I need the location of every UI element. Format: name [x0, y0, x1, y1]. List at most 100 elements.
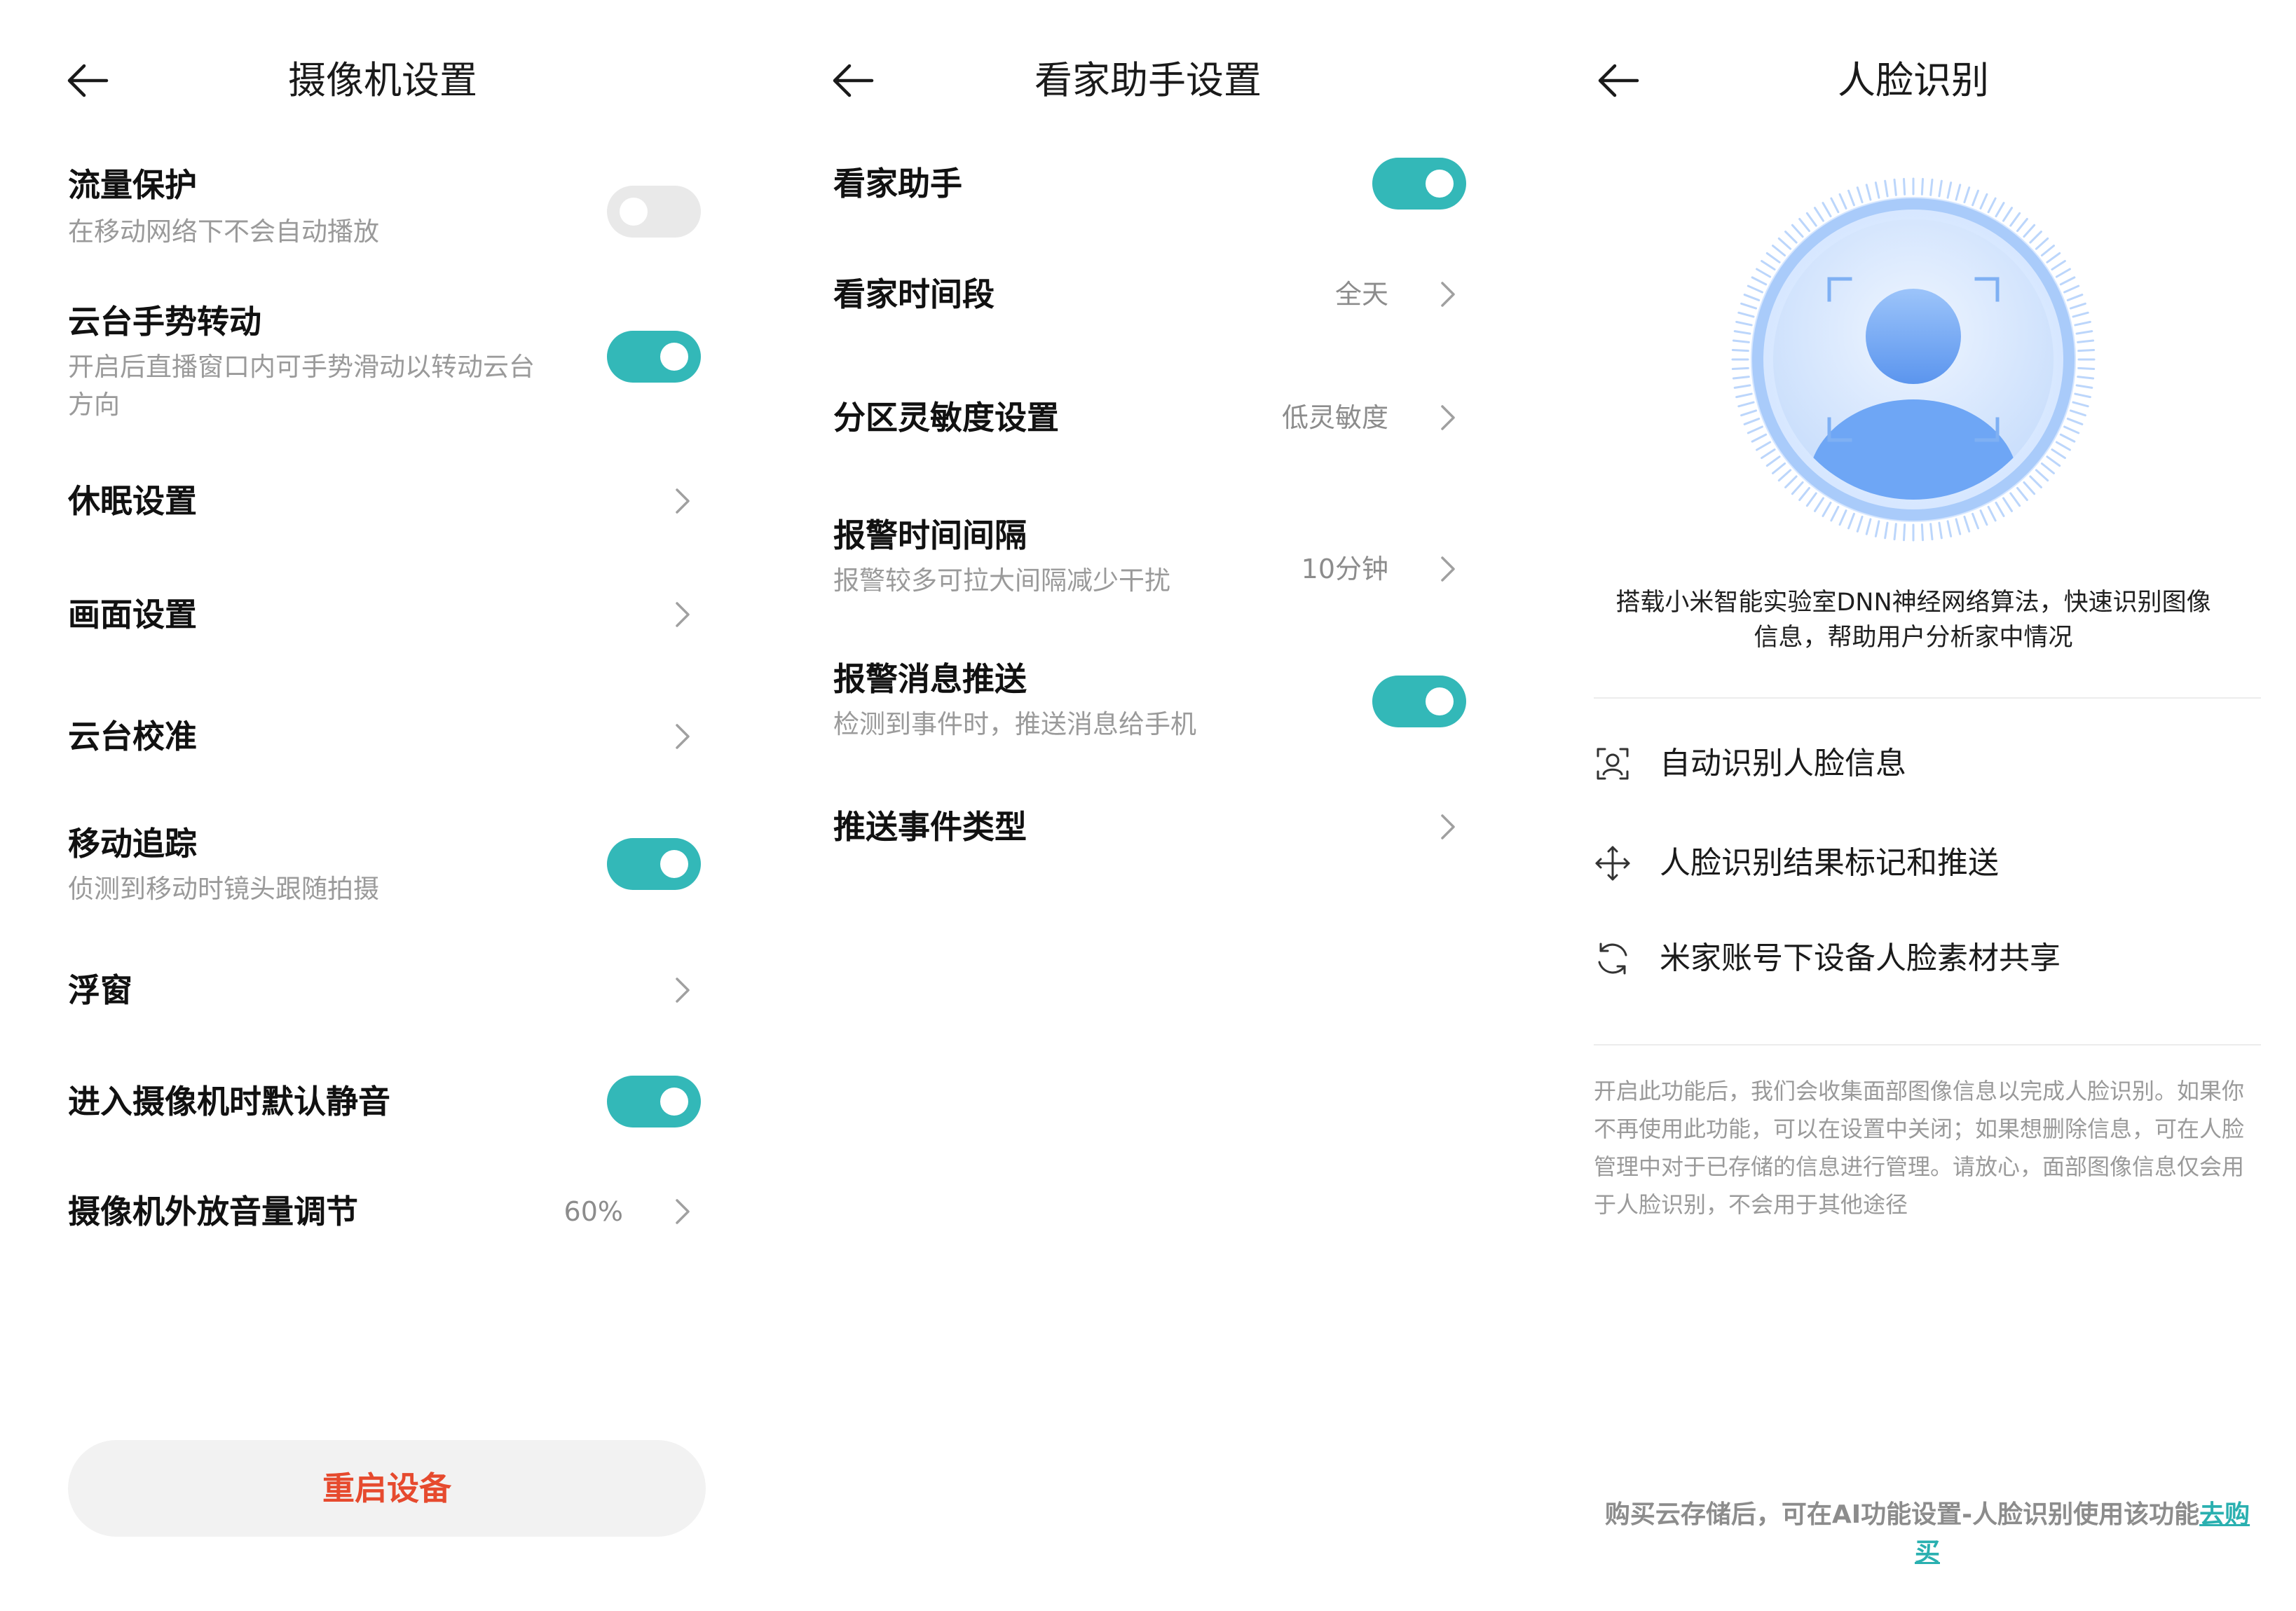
halo-tick: [1743, 294, 1761, 301]
halo-tick: [2035, 237, 2049, 250]
halo-tick: [1740, 302, 1758, 310]
page-title: 人脸识别: [1838, 58, 1989, 102]
halo-tick: [1777, 237, 1792, 250]
halo-tick: [2063, 285, 2080, 294]
halo-tick: [2059, 433, 2076, 443]
halo-tick: [2075, 330, 2093, 335]
row-ptz-calibration[interactable]: 云台校准: [0, 712, 765, 761]
face-scan-icon: [1594, 745, 1632, 783]
halo-tick: [1893, 178, 1897, 196]
row-sublabel: 检测到事件时，推送消息给手机: [833, 709, 1196, 739]
feature-item: 人脸识别结果标记和推送: [1594, 839, 2261, 888]
halo-tick: [1884, 521, 1889, 540]
home-assistant-toggle[interactable]: [1372, 158, 1466, 210]
halo-tick: [2074, 320, 2091, 327]
halo-tick: [2046, 455, 2061, 467]
row-push-event-types[interactable]: 推送事件类型: [765, 802, 1531, 851]
feature-label: 米家账号下设备人脸素材共享: [1660, 940, 2061, 976]
halo-tick: [1791, 481, 1804, 495]
row-image-settings[interactable]: 画面设置: [0, 590, 765, 639]
row-label: 休眠设置: [68, 482, 197, 520]
halo-tick: [1830, 197, 1840, 214]
halo-tick: [1972, 512, 1979, 530]
row-label: 浮窗: [68, 971, 132, 1009]
halo-tick: [1856, 515, 1864, 533]
halo-tick: [1822, 501, 1832, 517]
row-label: 报警时间间隔: [833, 516, 1027, 554]
divider: [1594, 1044, 2261, 1046]
halo-tick: [2051, 448, 2066, 460]
row-alarm-interval[interactable]: 报警时间间隔 报警较多可拉大间隔减少干扰 10分钟: [765, 512, 1531, 610]
row-label: 分区灵敏度设置: [833, 399, 1059, 437]
chevron-right-icon: [669, 715, 697, 757]
row-label: 画面设置: [68, 596, 197, 633]
halo-tick: [2072, 311, 2089, 318]
halo-tick: [2051, 259, 2066, 270]
chevron-right-icon: [1434, 806, 1462, 848]
halo-tick: [1955, 518, 1962, 535]
sync-icon: [1594, 940, 1632, 978]
halo-tick: [1929, 523, 1934, 541]
row-speaker-volume[interactable]: 摄像机外放音量调节 60%: [0, 1187, 765, 1236]
halo-tick: [1740, 409, 1758, 417]
halo-tick: [1813, 207, 1824, 222]
alarm-push-toggle[interactable]: [1372, 676, 1466, 727]
halo-tick: [2002, 207, 2014, 222]
feature-label: 自动识别人脸信息: [1660, 746, 1906, 781]
halo-tick: [1979, 509, 1988, 526]
halo-tick: [2029, 231, 2042, 244]
row-traffic-protection: 流量保护 在移动网络下不会自动播放: [0, 161, 765, 259]
halo-tick: [2055, 441, 2071, 451]
restart-device-button[interactable]: 重启设备: [68, 1440, 706, 1537]
buy-notice-text: 购买云存储后，可在AI功能设置-人脸识别使用该功能: [1604, 1500, 2200, 1529]
row-floating-window[interactable]: 浮窗: [0, 966, 765, 1015]
halo-tick: [1874, 181, 1880, 199]
halo-tick: [1751, 276, 1768, 286]
row-value: 60%: [563, 1196, 623, 1227]
halo-tick: [2069, 302, 2086, 310]
row-sublabel: 报警较多可拉大间隔减少干扰: [833, 565, 1170, 596]
halo-tick: [2069, 409, 2086, 417]
feature-item: 米家账号下设备人脸素材共享: [1594, 934, 2261, 983]
halo-tick: [1732, 376, 1750, 380]
row-zone-sensitivity[interactable]: 分区灵敏度设置 低灵敏度: [765, 393, 1531, 442]
halo-tick: [1847, 512, 1855, 530]
halo-tick: [1765, 252, 1781, 263]
chevron-right-icon: [1434, 548, 1462, 590]
halo-tick: [1771, 462, 1786, 474]
traffic-protection-toggle[interactable]: [607, 186, 701, 238]
halo-tick: [1784, 231, 1798, 244]
row-label: 云台手势转动: [68, 303, 261, 341]
halo-tick: [2029, 475, 2042, 488]
halo-tick: [1784, 475, 1798, 488]
halo-tick: [2077, 339, 2095, 343]
row-label: 移动追踪: [68, 825, 197, 863]
row-sleep-settings[interactable]: 休眠设置: [0, 477, 765, 526]
halo-tick: [1798, 486, 1810, 502]
halo-tick: [1765, 455, 1781, 467]
halo-tick: [1771, 245, 1786, 256]
row-guard-period[interactable]: 看家时间段 全天: [765, 270, 1531, 319]
halo-tick: [1737, 401, 1755, 408]
halo-tick: [1946, 181, 1953, 199]
halo-tick: [2040, 245, 2056, 256]
row-value: 低灵敏度: [1281, 402, 1388, 433]
ptz-gesture-toggle[interactable]: [607, 331, 701, 383]
halo-tick: [2009, 492, 2021, 507]
motion-tracking-toggle[interactable]: [607, 838, 701, 890]
halo-tick: [1822, 202, 1832, 218]
face-recognition-screen: 人脸识别 搭载小米智能实验室DNN神经网络算法，快速识别图像信息，帮助用户分析家…: [1531, 0, 2296, 1611]
default-mute-toggle[interactable]: [607, 1076, 701, 1127]
halo-tick: [2077, 376, 2095, 380]
halo-tick: [1955, 184, 1962, 201]
halo-tick: [1813, 497, 1824, 512]
chevron-right-icon: [1434, 273, 1462, 315]
halo-tick: [2075, 384, 2093, 389]
halo-tick: [1938, 179, 1943, 198]
halo-tick: [2074, 392, 2091, 399]
home-assistant-settings-screen: 看家助手设置 看家助手 看家时间段 全天 分区灵敏度设置 低灵敏度 报警时间间隔…: [765, 0, 1531, 1611]
row-label: 推送事件类型: [833, 808, 1027, 846]
halo-tick: [1732, 339, 1750, 343]
halo-tick: [1995, 202, 2005, 218]
halo-tick: [1791, 224, 1804, 238]
